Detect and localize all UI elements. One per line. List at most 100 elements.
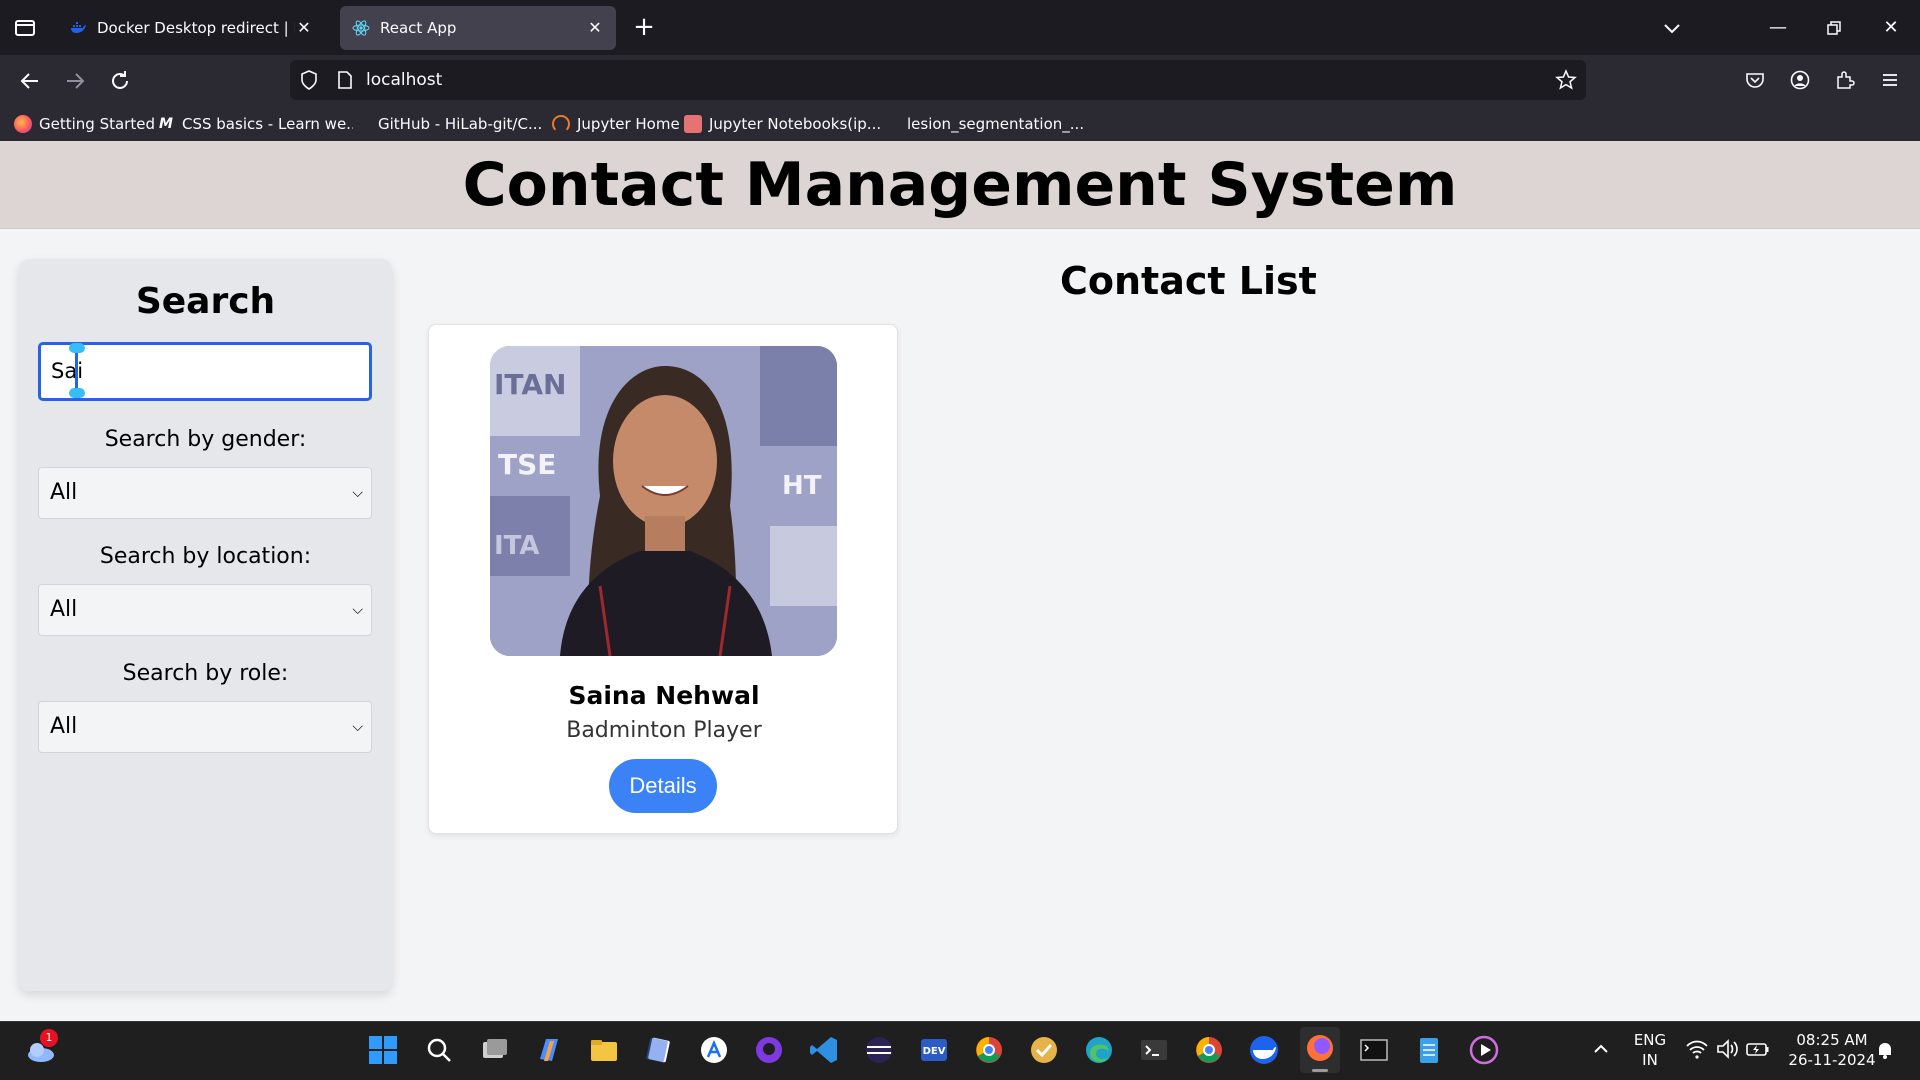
tab-title: Docker Desktop redirect | Dock: [97, 19, 295, 37]
svg-text:ITA: ITA: [494, 531, 540, 561]
github-icon: [353, 115, 371, 133]
copilot-icon[interactable]: [532, 1033, 566, 1067]
clock-time[interactable]: 08:25 AM: [1782, 1031, 1882, 1049]
media-player-icon[interactable]: [1467, 1033, 1501, 1067]
chrome-profile-icon[interactable]: [1192, 1033, 1226, 1067]
notification-badge: 1: [40, 1029, 58, 1047]
bookmark-label: Jupyter Notebooks(ip...: [709, 115, 882, 133]
edge-icon[interactable]: [1082, 1033, 1116, 1067]
details-button[interactable]: Details: [609, 759, 717, 813]
location-select[interactable]: All ⌵: [38, 584, 372, 636]
wifi-icon[interactable]: [1685, 1038, 1709, 1060]
close-window-icon[interactable]: ✕: [1877, 14, 1905, 42]
eclipse-icon[interactable]: [862, 1033, 896, 1067]
terminal-icon[interactable]: [1137, 1033, 1171, 1067]
chevron-up-icon[interactable]: [1590, 1038, 1612, 1060]
tasks-icon[interactable]: [1027, 1033, 1061, 1067]
selection-handle-top[interactable]: [69, 343, 85, 353]
account-icon[interactable]: [1789, 69, 1811, 91]
role-label: Search by role:: [122, 661, 289, 686]
bookmark-jupyter-home[interactable]: Jupyter Home: [552, 112, 680, 136]
react-icon: [352, 20, 370, 36]
sidebar-heading: Search: [135, 281, 276, 322]
page-icon: [338, 71, 352, 89]
chevron-down-icon[interactable]: [1660, 16, 1684, 40]
address-bar[interactable]: [290, 60, 1586, 100]
gender-label: Search by gender:: [104, 427, 307, 452]
bookmark-css-basics[interactable]: M CSS basics - Learn we...: [157, 112, 360, 136]
search-sidebar: Search Sai Search by gender: All ⌵ Searc…: [19, 259, 392, 991]
firefox-icon: [14, 115, 32, 133]
location-label: Search by location:: [99, 544, 312, 569]
tab-title: React App: [380, 19, 457, 37]
location-select-value: All: [50, 597, 78, 622]
contact-card: ITAN TSE HT ITA Saina Nehwal Badminton P…: [428, 324, 898, 834]
minimize-icon[interactable]: —: [1764, 14, 1792, 42]
app-header: Contact Management System: [0, 141, 1920, 229]
browser-tab-bar: Docker Desktop redirect | Dock ✕ React A…: [0, 0, 1920, 55]
volume-icon[interactable]: [1715, 1038, 1739, 1060]
app-store-icon[interactable]: [697, 1033, 731, 1067]
role-select-value: All: [50, 714, 78, 739]
tab-react-app[interactable]: React App ✕: [340, 6, 616, 50]
contact-list-title: Contact List: [1060, 259, 1317, 303]
page-content: Contact Management System Search Sai Sea…: [0, 141, 1920, 1021]
bookmark-getting-started[interactable]: Getting Started: [14, 112, 155, 136]
back-icon[interactable]: [16, 67, 44, 95]
notepad-icon[interactable]: [1412, 1033, 1446, 1067]
star-icon[interactable]: [1555, 69, 1577, 91]
restore-icon[interactable]: [1820, 14, 1848, 42]
tab-docker-desktop[interactable]: Docker Desktop redirect | Dock ✕: [57, 6, 325, 50]
svg-text:HT: HT: [782, 471, 822, 501]
notification-bell-icon[interactable]: [1874, 1039, 1896, 1061]
bookmark-label: Getting Started: [39, 115, 155, 133]
gender-select-value: All: [50, 480, 78, 505]
menu-icon[interactable]: [1879, 69, 1901, 91]
language-indicator[interactable]: ENG: [1630, 1031, 1670, 1049]
contact-photo: ITAN TSE HT ITA: [490, 346, 837, 656]
bookmark-github[interactable]: GitHub - HiLab-git/C...: [353, 112, 542, 136]
bookmark-jupyter-notebooks[interactable]: Jupyter Notebooks(ip...: [684, 112, 881, 136]
devtoys-icon[interactable]: DEV: [917, 1033, 951, 1067]
notion-icon[interactable]: [642, 1033, 676, 1067]
file-explorer-icon[interactable]: [587, 1033, 621, 1067]
bookmark-lesion-segmentation[interactable]: lesion_segmentation_...: [882, 112, 1084, 136]
region-indicator[interactable]: IN: [1630, 1051, 1670, 1069]
close-tab-icon[interactable]: ✕: [586, 19, 604, 37]
tab-list-icon[interactable]: [10, 14, 40, 42]
extensions-icon[interactable]: [1834, 69, 1856, 91]
selection-handle-bottom[interactable]: [69, 388, 85, 398]
bookmark-label: GitHub - HiLab-git/C...: [378, 115, 543, 133]
bookmark-label: lesion_segmentation_...: [907, 115, 1085, 133]
clock-date[interactable]: 26-11-2024: [1782, 1051, 1882, 1069]
docker-icon[interactable]: [1247, 1033, 1281, 1067]
windows-start-icon[interactable]: [366, 1033, 400, 1067]
firefox-taskbar-button[interactable]: [1300, 1027, 1340, 1073]
command-prompt-icon[interactable]: [1357, 1033, 1391, 1067]
contact-name: Saina Nehwal: [568, 681, 760, 710]
svg-text:TSE: TSE: [498, 448, 556, 481]
search-icon[interactable]: [422, 1033, 456, 1067]
shield-icon[interactable]: [298, 69, 320, 91]
notebook-icon: [684, 115, 702, 133]
close-tab-icon[interactable]: ✕: [295, 19, 313, 37]
vscode-icon[interactable]: [807, 1033, 841, 1067]
search-input[interactable]: Sai: [38, 342, 372, 401]
chrome-icon[interactable]: [972, 1033, 1006, 1067]
task-view-icon[interactable]: [477, 1033, 511, 1067]
pocket-icon[interactable]: [1744, 69, 1766, 91]
chevron-down-icon: ⌵: [352, 485, 363, 501]
role-select[interactable]: All ⌵: [38, 701, 372, 753]
battery-icon[interactable]: [1745, 1038, 1771, 1060]
bookmark-label: CSS basics - Learn we...: [182, 115, 361, 133]
chevron-down-icon: ⌵: [352, 719, 363, 735]
new-tab-icon[interactable]: +: [630, 14, 658, 42]
github-desktop-icon[interactable]: [752, 1033, 786, 1067]
text-cursor: [75, 348, 78, 393]
url-text[interactable]: localhost: [366, 70, 442, 90]
docker-icon: [71, 22, 86, 33]
bookmark-label: Jupyter Home: [577, 115, 680, 133]
reload-icon[interactable]: [106, 67, 134, 95]
gender-select[interactable]: All ⌵: [38, 467, 372, 519]
forward-icon[interactable]: [61, 67, 89, 95]
